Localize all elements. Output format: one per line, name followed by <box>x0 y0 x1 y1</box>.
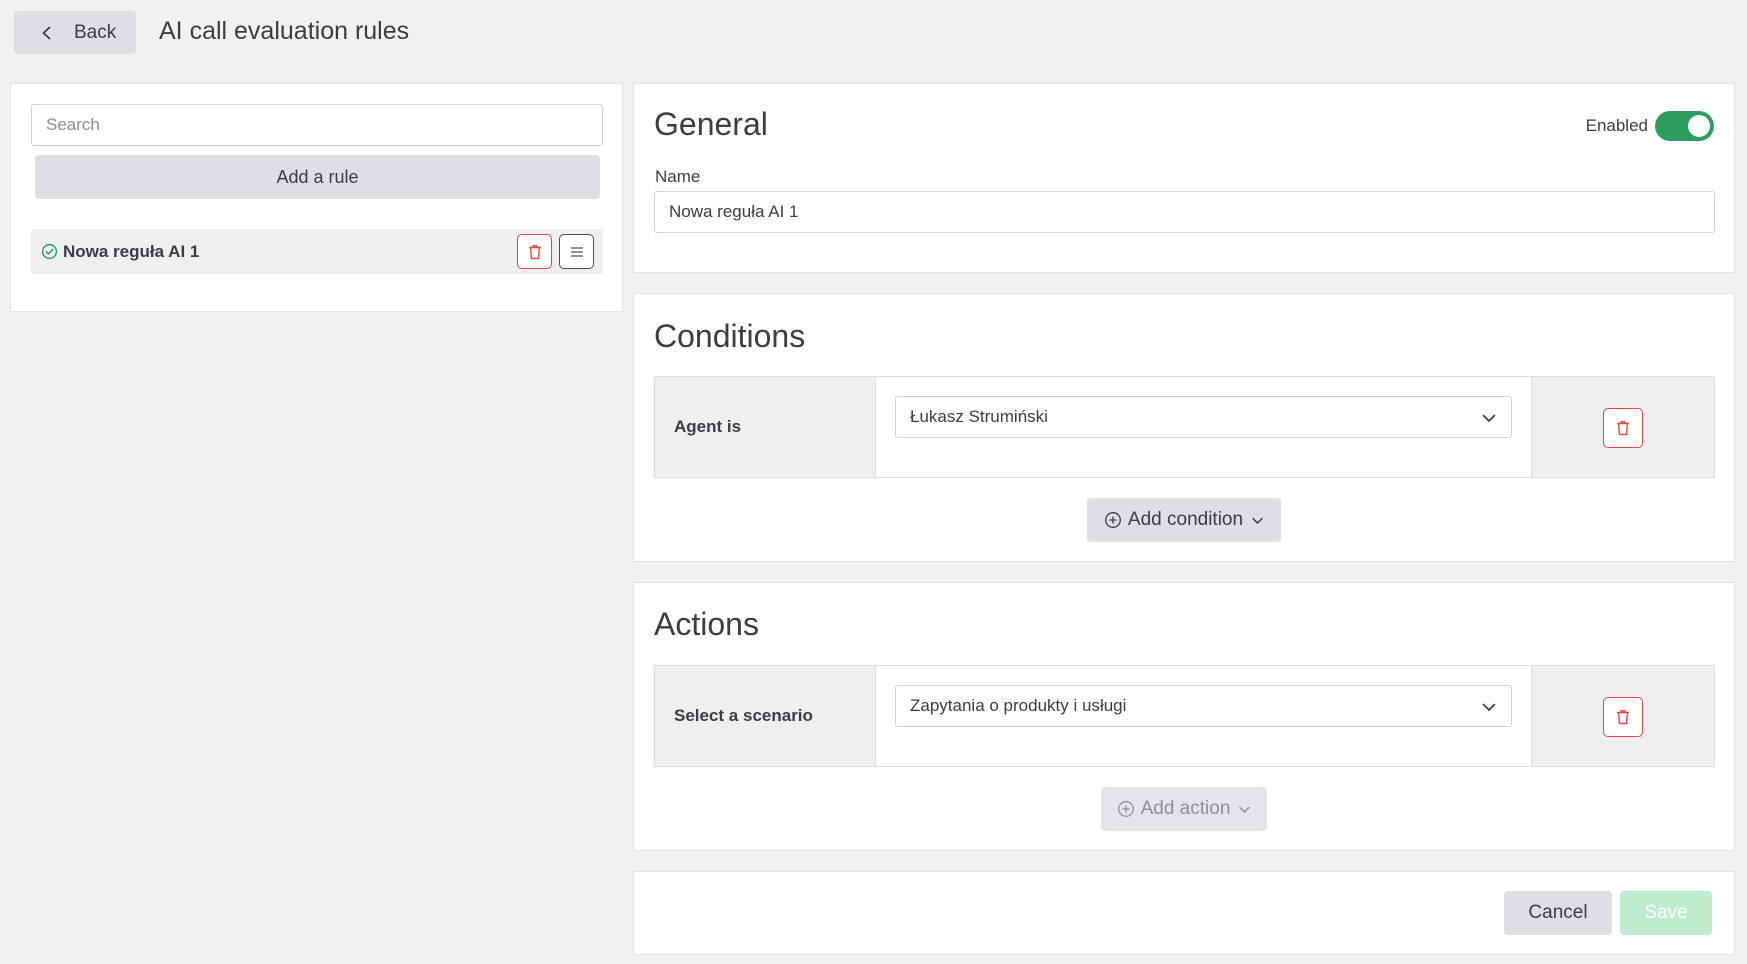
trash-icon <box>528 244 541 259</box>
chevron-down-icon <box>1482 414 1496 422</box>
back-button[interactable]: Back <box>14 11 136 54</box>
agent-select-value: Łukasz Strumiński <box>910 407 1048 426</box>
name-field[interactable] <box>654 191 1715 233</box>
rules-sidebar: Add a rule Nowa reguła AI 1 <box>10 83 623 312</box>
scenario-select-value: Zapytania o produkty i usługi <box>910 696 1127 715</box>
delete-condition-button[interactable] <box>1603 408 1643 448</box>
general-title: General <box>654 106 768 142</box>
rule-list-item[interactable]: Nowa reguła AI 1 <box>31 229 603 274</box>
general-section: General Enabled Name <box>633 83 1735 273</box>
toggle-knob <box>1688 115 1710 137</box>
rule-list-item-label: Nowa reguła AI 1 <box>63 241 200 261</box>
name-label: Name <box>655 167 701 186</box>
add-action-button[interactable]: Add action <box>1101 787 1267 831</box>
conditions-section: Conditions Agent is Łukasz Strumiński Ad… <box>633 293 1735 562</box>
cancel-button[interactable]: Cancel <box>1504 891 1612 935</box>
enabled-toggle[interactable] <box>1655 111 1714 141</box>
scenario-select[interactable]: Zapytania o produkty i usługi <box>895 685 1512 727</box>
action-delete-area <box>1531 666 1714 766</box>
rule-menu-button[interactable] <box>559 234 594 269</box>
condition-delete-area <box>1531 377 1714 477</box>
save-button[interactable]: Save <box>1620 891 1712 935</box>
add-condition-button[interactable]: Add condition <box>1087 498 1281 542</box>
plus-circle-icon <box>1104 512 1121 528</box>
delete-rule-button[interactable] <box>517 234 552 269</box>
delete-action-button[interactable] <box>1603 697 1643 737</box>
hamburger-menu-icon <box>570 246 583 257</box>
condition-row: Agent is Łukasz Strumiński <box>654 376 1715 478</box>
action-row: Select a scenario Zapytania o produkty i… <box>654 665 1715 767</box>
plus-circle-icon <box>1117 801 1134 817</box>
trash-icon <box>1617 710 1629 725</box>
condition-label: Agent is <box>655 377 876 477</box>
check-circle-icon <box>41 243 58 260</box>
actions-title: Actions <box>654 606 759 642</box>
add-rule-button[interactable]: Add a rule <box>35 155 600 199</box>
chevron-down-icon <box>1252 517 1263 524</box>
search-input[interactable] <box>31 104 603 146</box>
conditions-title: Conditions <box>654 318 806 354</box>
add-action-label: Add action <box>1140 798 1231 819</box>
page-title: AI call evaluation rules <box>159 17 410 45</box>
trash-icon <box>1617 421 1629 436</box>
actions-section: Actions Select a scenario Zapytania o pr… <box>633 582 1735 851</box>
add-condition-label: Add condition <box>1127 509 1244 530</box>
chevron-down-icon <box>1239 806 1251 813</box>
form-footer: Cancel Save <box>633 871 1735 955</box>
back-button-label: Back <box>74 21 117 43</box>
action-label: Select a scenario <box>655 666 876 766</box>
enabled-control: Enabled <box>1586 111 1714 141</box>
chevron-left-icon <box>42 26 51 39</box>
enabled-label: Enabled <box>1585 116 1648 135</box>
agent-select[interactable]: Łukasz Strumiński <box>895 396 1512 438</box>
chevron-down-icon <box>1482 703 1496 711</box>
